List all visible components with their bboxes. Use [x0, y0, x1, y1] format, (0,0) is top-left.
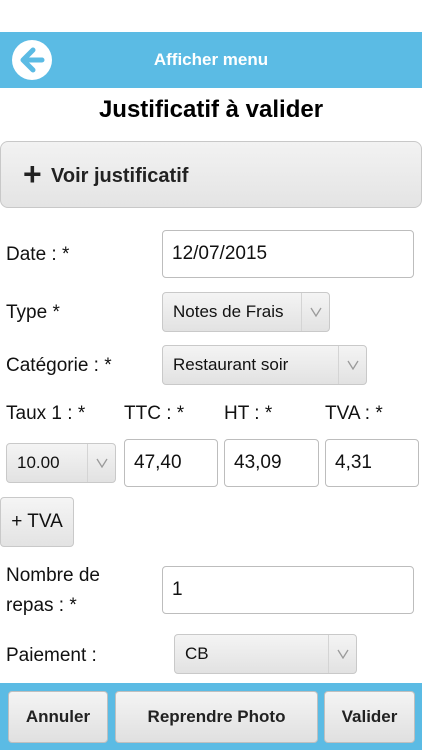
chevron-down-icon: [301, 293, 329, 331]
back-button[interactable]: [12, 40, 52, 80]
validate-button[interactable]: Valider: [324, 691, 415, 743]
payment-select-value: CB: [185, 644, 209, 663]
type-select[interactable]: Notes de Frais: [162, 292, 330, 332]
chevron-down-icon: [338, 346, 366, 384]
meal-count-label-line1: Nombre de: [6, 565, 100, 586]
ttc-field[interactable]: 47,40: [124, 439, 218, 487]
category-select[interactable]: Restaurant soir: [162, 345, 367, 385]
tva-field[interactable]: 4,31: [325, 439, 419, 487]
rate-select-value: 10.00: [17, 453, 60, 472]
ht-field[interactable]: 43,09: [224, 439, 319, 487]
view-receipt-label: Voir justificatif: [51, 165, 189, 187]
chevron-down-icon: [328, 635, 356, 673]
plus-icon: +: [23, 156, 42, 192]
top-bar: Afficher menu: [0, 32, 422, 88]
rate-select[interactable]: 10.00: [6, 443, 116, 483]
rate-label: Taux 1 : *: [6, 403, 86, 424]
date-field[interactable]: 12/07/2015: [162, 230, 414, 278]
date-label: Date : *: [6, 244, 70, 265]
payment-label: Paiement :: [6, 645, 97, 666]
arrow-left-icon: [20, 47, 45, 73]
ttc-label: TTC : *: [124, 403, 185, 424]
meal-count-field[interactable]: 1: [162, 566, 414, 614]
type-select-value: Notes de Frais: [173, 302, 284, 321]
show-menu-label[interactable]: Afficher menu: [0, 32, 422, 88]
page-title: Justificatif à valider: [98, 96, 324, 123]
tva-label: TVA : *: [325, 403, 383, 424]
type-label: Type *: [6, 302, 60, 323]
meal-count-label-line2: repas : *: [6, 595, 77, 616]
add-tva-button[interactable]: + TVA: [0, 497, 74, 547]
ht-label: HT : *: [224, 403, 273, 424]
payment-select[interactable]: CB: [174, 634, 357, 674]
category-select-value: Restaurant soir: [173, 355, 289, 374]
category-label: Catégorie : *: [6, 355, 112, 376]
view-receipt-button[interactable]: + Voir justificatif: [0, 141, 422, 208]
chevron-down-icon: [87, 444, 115, 482]
status-bar: [0, 0, 422, 32]
footer-bar: Annuler Reprendre Photo Valider: [0, 683, 422, 750]
cancel-button[interactable]: Annuler: [8, 691, 108, 743]
retake-photo-button[interactable]: Reprendre Photo: [115, 691, 318, 743]
